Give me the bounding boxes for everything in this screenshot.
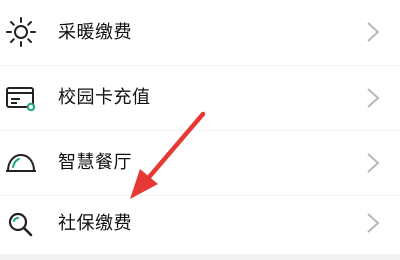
chevron-right-icon [366,87,380,109]
menu-item-label: 社保缴费 [58,213,132,234]
search-icon [4,208,38,242]
chevron-right-icon [366,21,380,43]
chevron-right-icon [366,212,380,234]
menu-item-label: 校园卡充值 [58,87,151,108]
menu-item-social-security-payment[interactable]: 社保缴费 [0,196,400,254]
menu-item-label: 采暖缴费 [58,22,132,43]
card-icon [4,81,38,115]
service-menu-list: 采暖缴费 校园卡充值 智慧餐厅 社保缴费 [0,0,400,254]
menu-item-heating-payment[interactable]: 采暖缴费 [0,0,400,65]
screen: 采暖缴费 校园卡充值 智慧餐厅 社保缴费 [0,0,400,260]
menu-item-label: 智慧餐厅 [58,152,132,173]
dish-cover-icon [4,146,38,180]
menu-item-smart-canteen[interactable]: 智慧餐厅 [0,131,400,195]
chevron-right-icon [366,152,380,174]
sun-icon [4,15,38,49]
menu-item-campus-card-recharge[interactable]: 校园卡充值 [0,66,400,130]
